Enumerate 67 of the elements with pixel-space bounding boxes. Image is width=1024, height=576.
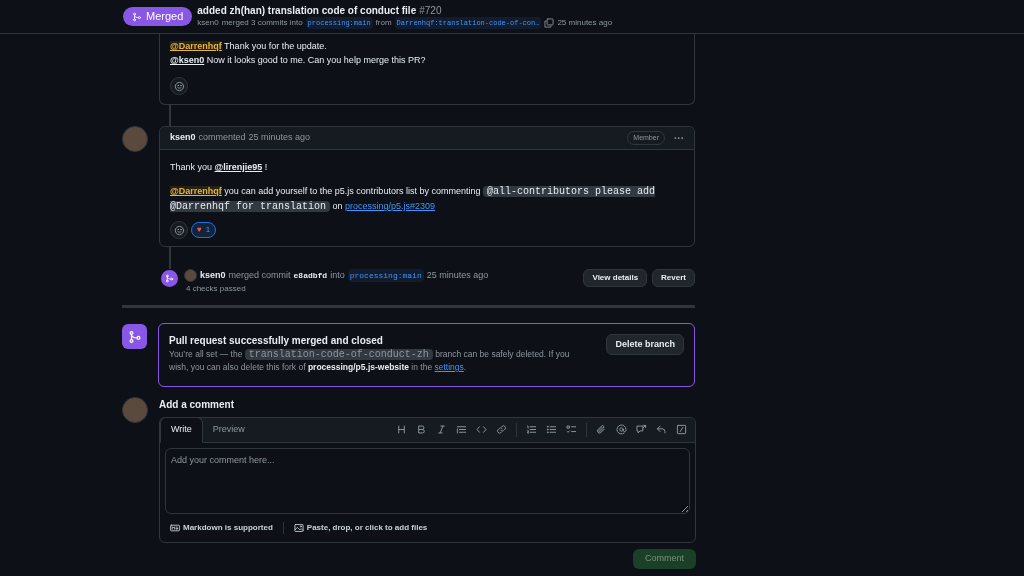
- bulleted-list-icon: [546, 424, 557, 435]
- add-reaction-button[interactable]: [170, 221, 188, 239]
- action-button[interactable]: Revert: [652, 269, 695, 287]
- at-sign-icon: [616, 424, 627, 435]
- image-icon: [293, 523, 304, 533]
- comment-meta: commented: [198, 131, 246, 145]
- event-text: into: [330, 269, 345, 282]
- avatar: [122, 126, 148, 152]
- link[interactable]: settings: [434, 362, 464, 372]
- author-link[interactable]: ksen0: [170, 131, 196, 145]
- mention-link[interactable]: @Darrenhqf: [170, 186, 222, 196]
- task-list-icon: [566, 424, 577, 435]
- notice-title: Pull request successfully merged and closed: [169, 334, 384, 348]
- timestamp[interactable]: 25 minutes ago: [426, 269, 489, 282]
- reaction-button[interactable]: ♥ 1: [191, 222, 217, 238]
- comment-text: @Darrenhqf you can add yourself to the p5.js contributors list by commenting @all-contributors please add @Darrenhqf for translation on processing/p5.js#2309: [170, 185, 656, 214]
- comment-text: @Darrenhqf Thank you for the update.: [170, 40, 328, 53]
- link-icon: [496, 424, 507, 435]
- editor-tab[interactable]: Write: [160, 417, 203, 443]
- bold-icon: [416, 424, 427, 435]
- markdown-link[interactable]: Markdown is supported: [170, 522, 284, 534]
- paperclip-icon: [596, 424, 607, 435]
- merged-status-badge: Merged: [123, 7, 193, 26]
- numbered-list-icon: [526, 424, 537, 435]
- pr-title: added zh(han) translation code of conduct file: [197, 4, 417, 17]
- cross-reference-icon: [636, 424, 647, 435]
- markdown-icon: [170, 523, 180, 533]
- avatar: [184, 269, 197, 282]
- merge-icon: [132, 11, 142, 22]
- checks-status: 4 checks passed: [186, 283, 247, 295]
- heading-icon: [396, 424, 407, 435]
- timestamp: 25 minutes ago: [557, 16, 613, 29]
- add-reaction-button[interactable]: [170, 77, 188, 95]
- quote-icon: [456, 424, 467, 435]
- author-link[interactable]: ksen0: [197, 16, 219, 29]
- delete-branch-button[interactable]: Delete branch: [606, 334, 684, 355]
- link[interactable]: processing/p5.js#2309: [345, 201, 436, 211]
- branch-label[interactable]: processing:main: [347, 269, 424, 282]
- reply-icon: [656, 424, 667, 435]
- merge-icon: [165, 274, 174, 283]
- comment-text: Thank you @lirenjie95 !: [170, 161, 269, 174]
- more-options-button[interactable]: ···: [674, 130, 684, 146]
- mention-link[interactable]: @Darrenhqf: [170, 41, 222, 51]
- comment-input-field[interactable]: Add your comment here...: [165, 448, 690, 514]
- pr-number: #720: [419, 4, 442, 17]
- notice-text: You’re all set — the translation-code-of-conduct-zh branch can be safely deleted. If you wish, you can also delete this fork of processing/p5.js-website in the settings.: [169, 348, 571, 374]
- code-icon: [476, 424, 487, 435]
- from-text: from: [375, 16, 392, 29]
- slash-command-icon: [676, 424, 687, 435]
- avatar: [122, 397, 148, 423]
- comment-text: @ksen0 Now it looks good to me. Can you help merge this PR?: [170, 54, 427, 67]
- attach-files-link[interactable]: Paste, drop, or click to add files: [283, 522, 428, 534]
- mention-link[interactable]: @lirenjie95: [214, 162, 263, 172]
- smiley-icon: [173, 80, 185, 92]
- smiley-icon: [173, 224, 185, 236]
- copy-icon: [544, 17, 555, 28]
- mention-link[interactable]: @ksen0: [170, 55, 205, 65]
- merge-icon: [127, 329, 142, 344]
- timestamp[interactable]: 25 minutes ago: [248, 131, 311, 145]
- event-text: merged commit: [228, 269, 291, 282]
- merge-text: merged 3 commits into: [221, 16, 303, 29]
- commit-link[interactable]: e8adbfd: [293, 269, 328, 282]
- action-button[interactable]: View details: [583, 269, 648, 287]
- italic-icon: [436, 424, 447, 435]
- editor-tab[interactable]: Preview: [202, 417, 255, 443]
- section-title: Add a comment: [159, 398, 235, 412]
- author-link[interactable]: ksen0: [200, 269, 226, 282]
